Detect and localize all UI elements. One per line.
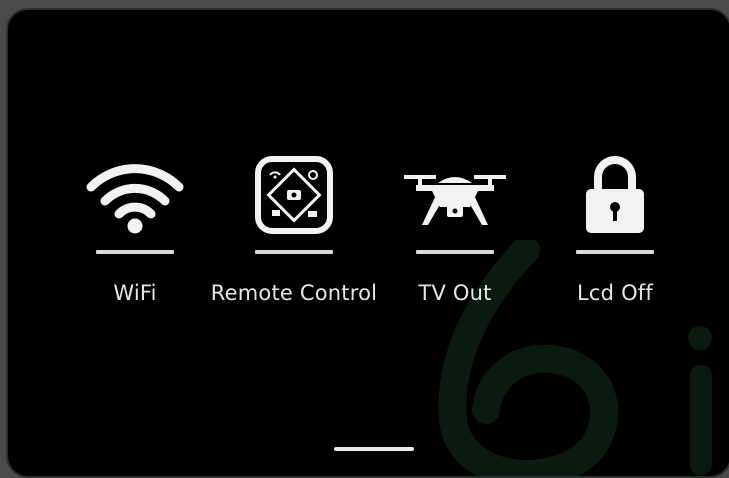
remote-control-label: Remote Control <box>210 281 378 305</box>
home-indicator-bar[interactable] <box>334 447 414 451</box>
wifi-underline <box>96 250 174 254</box>
tv-out-underline <box>416 250 494 254</box>
menu-item-tv-out[interactable]: TV Out <box>370 150 540 330</box>
wifi-label: WiFi <box>113 281 157 305</box>
tv-out-label: TV Out <box>418 281 492 305</box>
wifi-icon <box>80 150 190 240</box>
device-screen: WiFi Remote Control TV Out Lcd Off <box>6 8 729 478</box>
lcd-off-underline <box>576 250 654 254</box>
menu-item-lcd-off[interactable]: Lcd Off <box>530 150 700 330</box>
remote-control-icon <box>239 150 349 240</box>
lock-icon <box>560 150 670 240</box>
drone-icon <box>400 150 510 240</box>
remote-control-underline <box>255 250 333 254</box>
lcd-off-label: Lcd Off <box>577 281 653 305</box>
menu-item-remote-control[interactable]: Remote Control <box>209 150 379 330</box>
menu-item-wifi[interactable]: WiFi <box>50 150 220 330</box>
